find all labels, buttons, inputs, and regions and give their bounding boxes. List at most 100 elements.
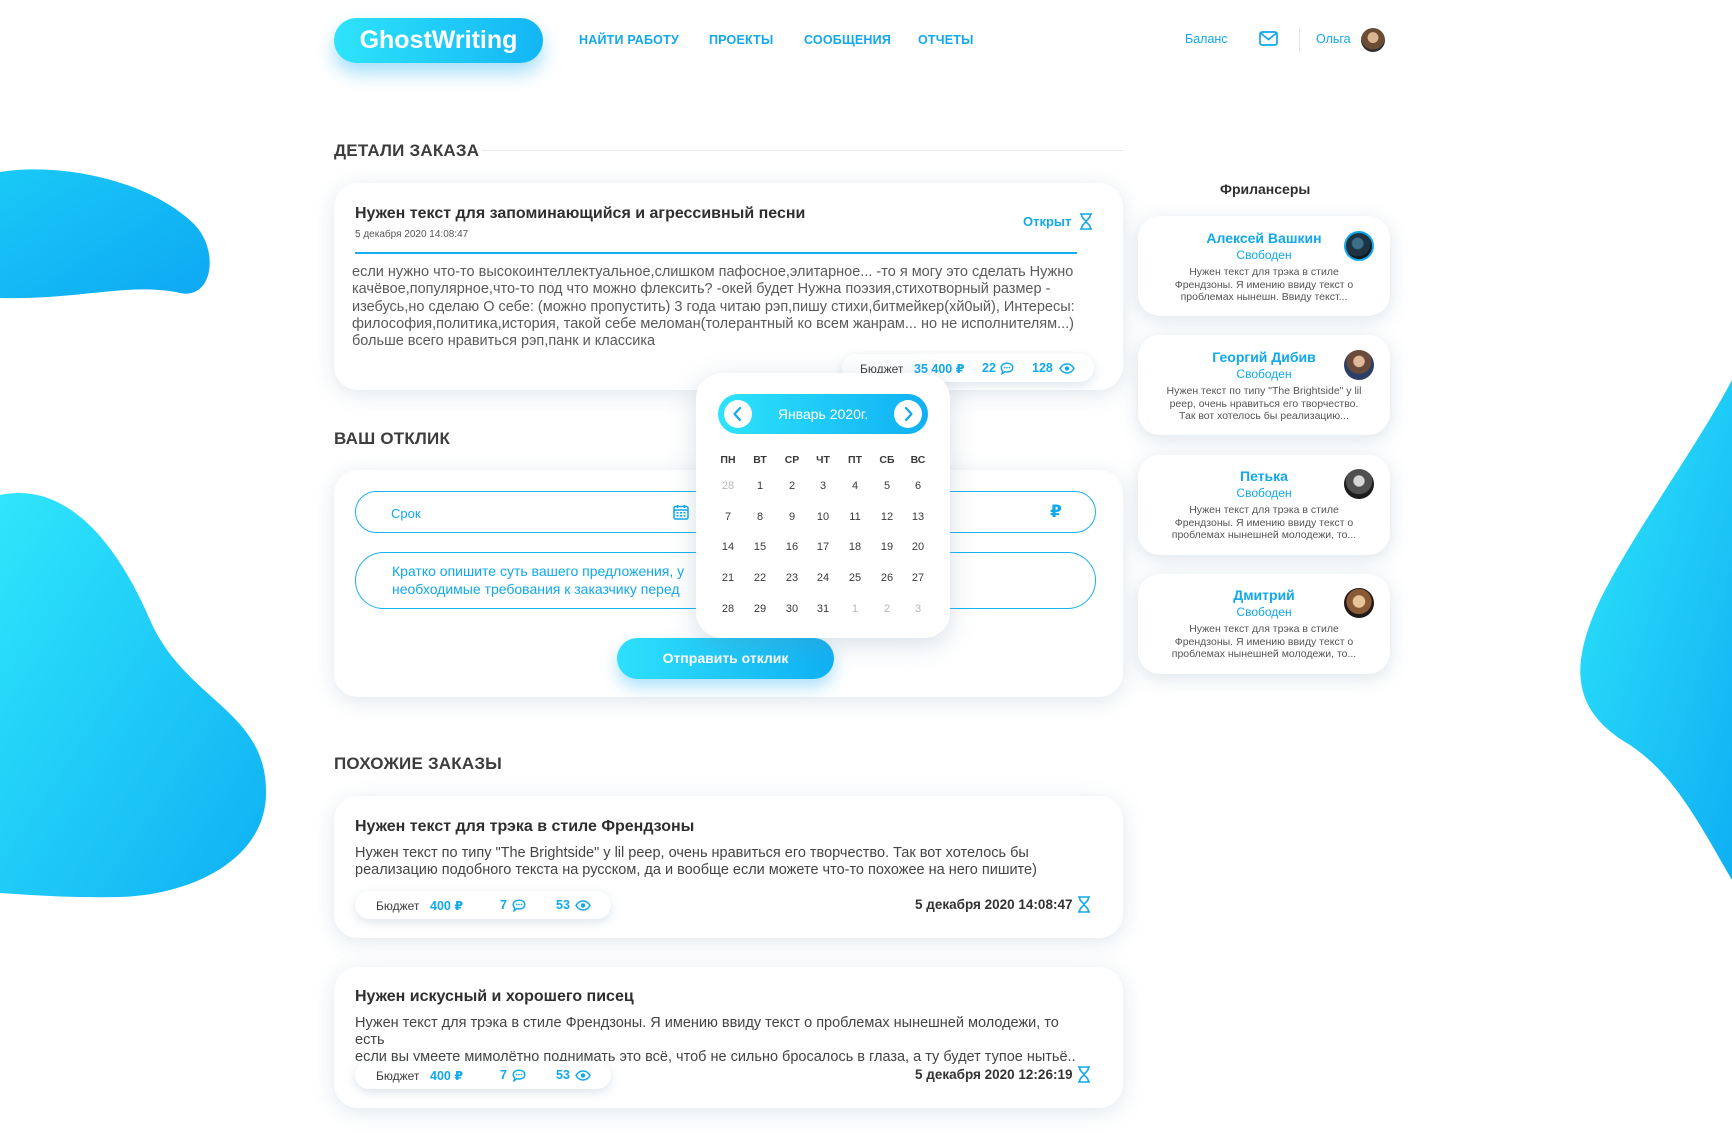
calendar-header: Январь 2020г. <box>718 394 928 434</box>
calendar-day[interactable]: 29 <box>744 603 776 615</box>
weekday-label: ВС <box>910 454 926 466</box>
mail-icon[interactable] <box>1259 31 1278 46</box>
calendar-day[interactable]: 24 <box>807 572 839 584</box>
background-blob-top-left <box>0 169 210 299</box>
calendar-day[interactable]: 30 <box>776 603 808 615</box>
views-count: 53 <box>556 898 570 912</box>
nav-reports[interactable]: ОТЧЕТЫ <box>918 33 974 47</box>
order-description: если нужно что-то высокоинтеллектуальное… <box>352 264 1075 350</box>
eye-icon <box>1059 363 1075 374</box>
freelancer-avatar[interactable] <box>1344 231 1374 261</box>
calendar-day[interactable]: 3 <box>807 480 839 492</box>
order-status: Открыт <box>1023 214 1072 229</box>
budget-value: 400 ₽ <box>430 899 464 913</box>
similar-order-title[interactable]: Нужен текст для трэка в стиле Френдзоны <box>355 818 694 836</box>
next-month-button[interactable] <box>894 400 922 428</box>
eye-icon <box>575 900 591 911</box>
comments-count: 7 <box>500 898 507 912</box>
comment-icon <box>512 899 526 912</box>
calendar-day[interactable]: 1 <box>839 603 871 615</box>
prev-month-button[interactable] <box>724 400 752 428</box>
background-blob-right <box>1580 380 1732 880</box>
chevron-right-icon <box>904 406 913 422</box>
eye-icon <box>575 1070 591 1081</box>
calendar-day[interactable]: 19 <box>871 541 903 553</box>
submit-response-button[interactable]: Отправить отклик <box>617 638 834 679</box>
budget-label: Бюджет <box>376 1069 420 1083</box>
comments-count: 7 <box>500 1068 507 1082</box>
hourglass-icon <box>1078 1066 1090 1083</box>
calendar-day[interactable]: 5 <box>871 480 903 492</box>
comments-count: 22 <box>982 361 996 375</box>
freelancers-title: Фрилансеры <box>1220 181 1311 197</box>
user-name[interactable]: Ольга <box>1316 32 1351 46</box>
calendar-icon[interactable] <box>673 504 689 520</box>
calendar-day[interactable]: 21 <box>712 572 744 584</box>
weekday-label: СБ <box>879 454 895 466</box>
freelancer-avatar[interactable] <box>1344 469 1374 499</box>
weekday-label: ПТ <box>848 454 862 466</box>
calendar-day[interactable]: 13 <box>902 511 934 523</box>
freelancer-description: Нужен текст для трэка в стиле Френдзоны. … <box>1171 504 1357 541</box>
calendar-day[interactable]: 4 <box>839 480 871 492</box>
comment-icon <box>1000 362 1014 375</box>
calendar-day[interactable]: 2 <box>776 480 808 492</box>
calendar-day[interactable]: 26 <box>871 572 903 584</box>
similar-order-title[interactable]: Нужен искусный и хорошего писец <box>355 988 634 1006</box>
user-avatar[interactable] <box>1361 28 1385 52</box>
calendar-day[interactable]: 20 <box>902 541 934 553</box>
chevron-left-icon <box>733 406 742 422</box>
section-divider <box>482 150 1123 151</box>
views-count: 128 <box>1032 361 1053 375</box>
similar-section-title: ПОХОЖИЕ ЗАКАЗЫ <box>334 754 503 773</box>
background-blob-left <box>0 492 267 898</box>
similar-order-date: 5 декабря 2020 12:26:19 <box>915 1067 1073 1082</box>
budget-value: 400 ₽ <box>430 1069 464 1083</box>
nav-projects[interactable]: ПРОЕКТЫ <box>709 33 773 47</box>
calendar-day[interactable]: 18 <box>839 541 871 553</box>
similar-order-description: Нужен текст для трэка в стиле Френдзоны.… <box>355 1015 1076 1065</box>
calendar-day[interactable]: 22 <box>744 572 776 584</box>
views-count: 53 <box>556 1068 570 1082</box>
calendar-day[interactable]: 3 <box>902 603 934 615</box>
order-title: Нужен текст для запоминающийся и агресси… <box>355 205 806 222</box>
calendar-day[interactable]: 28 <box>712 480 744 492</box>
balance-link[interactable]: Баланс <box>1185 32 1228 46</box>
response-section-title: ВАШ ОТКЛИК <box>334 429 451 448</box>
nav-find-work[interactable]: НАЙТИ РАБОТУ <box>579 33 679 47</box>
message-placeholder: Кратко опишите суть вашего предложения, … <box>392 563 685 597</box>
calendar-day[interactable]: 15 <box>744 541 776 553</box>
calendar-day[interactable]: 14 <box>712 541 744 553</box>
calendar-day[interactable]: 11 <box>839 511 871 523</box>
calendar-day[interactable]: 9 <box>776 511 808 523</box>
calendar-day[interactable]: 8 <box>744 511 776 523</box>
calendar-day[interactable]: 12 <box>871 511 903 523</box>
nav-messages[interactable]: СООБЩЕНИЯ <box>804 33 891 47</box>
hourglass-icon <box>1080 213 1092 230</box>
calendar-day[interactable]: 16 <box>776 541 808 553</box>
brand-logo[interactable]: GhostWriting <box>334 18 543 63</box>
order-title-underline <box>355 252 1077 254</box>
calendar-day[interactable]: 23 <box>776 572 808 584</box>
weekday-label: СР <box>784 454 800 466</box>
header-divider <box>1299 27 1300 53</box>
freelancer-avatar[interactable] <box>1344 588 1374 618</box>
similar-order-description: Нужен текст по типу "The Brightside" у l… <box>355 845 1037 878</box>
order-date: 5 декабря 2020 14:08:47 <box>355 229 469 240</box>
budget-label: Бюджет <box>376 899 420 913</box>
calendar-day[interactable]: 6 <box>902 480 934 492</box>
calendar-day[interactable]: 2 <box>871 603 903 615</box>
weekday-label: ЧТ <box>816 454 830 466</box>
calendar-day[interactable]: 28 <box>712 603 744 615</box>
calendar-day[interactable]: 10 <box>807 511 839 523</box>
freelancer-avatar[interactable] <box>1344 350 1374 380</box>
weekday-label: ПН <box>720 454 736 466</box>
calendar-day[interactable]: 27 <box>902 572 934 584</box>
similar-order-date: 5 декабря 2020 14:08:47 <box>915 897 1073 912</box>
calendar-day[interactable]: 25 <box>839 572 871 584</box>
calendar-day[interactable]: 17 <box>807 541 839 553</box>
calendar-day[interactable]: 31 <box>807 603 839 615</box>
calendar-day[interactable]: 7 <box>712 511 744 523</box>
order-section-title: ДЕТАЛИ ЗАКАЗА <box>334 141 480 160</box>
calendar-day[interactable]: 1 <box>744 480 776 492</box>
